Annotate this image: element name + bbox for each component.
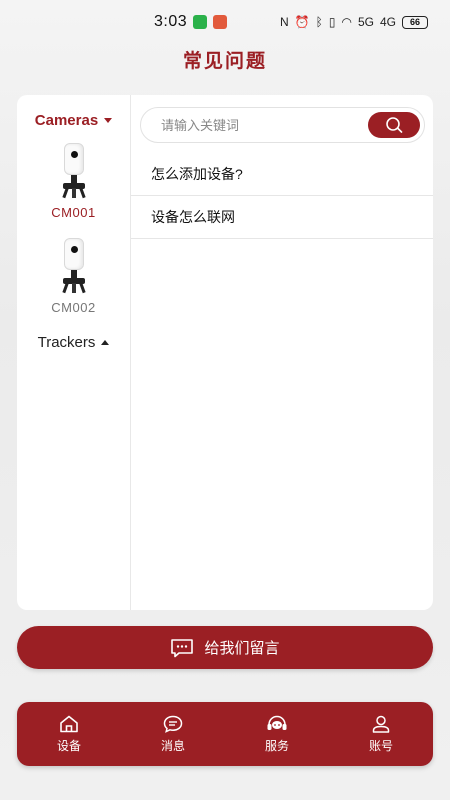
nav-item-service[interactable]: 服务: [225, 702, 329, 766]
vibrate-icon: ▯: [328, 15, 336, 29]
search-icon: [386, 117, 403, 133]
search-input[interactable]: [161, 117, 361, 133]
leave-message-button[interactable]: 给我们留言: [17, 626, 433, 669]
search-bar: [140, 107, 425, 143]
wifi-icon: ◠: [341, 15, 352, 29]
caret-down-icon: [104, 117, 113, 123]
nav-item-devices[interactable]: 设备: [17, 702, 121, 766]
faq-list: 怎么添加设备? 设备怎么联网: [131, 153, 433, 239]
category-cameras[interactable]: Cameras: [17, 109, 130, 131]
faq-card: Cameras CM001 CM002 Trackers 请输入关键词 怎么添加…: [17, 95, 433, 610]
status-icons: N ⏰ ᛒ ▯ ◠ 5G 4G 66: [280, 15, 428, 29]
headset-icon: [267, 715, 287, 730]
bluetooth-icon: ᛒ: [315, 15, 323, 29]
camera-icon: [54, 238, 94, 294]
message-icon: [170, 638, 194, 658]
chat-icon: [163, 715, 183, 733]
nav-item-messages[interactable]: 消息: [121, 702, 225, 766]
device-label: CM002: [51, 300, 96, 315]
nfc-icon: N: [280, 15, 289, 29]
alarm-icon: ⏰: [294, 15, 310, 29]
device-cm002[interactable]: CM002: [17, 238, 130, 315]
faq-content: 怎么添加设备? 设备怎么联网: [131, 95, 433, 610]
signal-5g-icon: 5G: [357, 15, 374, 29]
category-trackers[interactable]: Trackers: [17, 331, 130, 353]
nav-item-account[interactable]: 账号: [329, 702, 433, 766]
wechat-notification-icon: [193, 15, 208, 29]
signal-4g-icon: 4G: [379, 15, 396, 29]
faq-item[interactable]: 怎么添加设备?: [131, 153, 433, 196]
status-time: 3:03: [154, 13, 188, 30]
category-trackers-label: Trackers: [37, 333, 96, 351]
device-label: CM001: [51, 205, 96, 220]
faq-item[interactable]: 设备怎么联网: [131, 196, 433, 239]
app-notification-icon: [213, 15, 228, 29]
page-title: 常见问题: [182, 51, 267, 72]
category-cameras-label: Cameras: [34, 111, 99, 129]
status-bar: 3:03 N ⏰ ᛒ ▯ ◠ 5G 4G 66: [0, 0, 450, 44]
nav-label: 消息: [160, 738, 185, 753]
leave-message-label: 给我们留言: [204, 640, 280, 657]
home-icon: [60, 715, 78, 732]
battery-indicator: 66: [402, 15, 428, 29]
nav-label: 账号: [368, 738, 393, 753]
device-cm001[interactable]: CM001: [17, 143, 130, 220]
camera-icon: [54, 143, 94, 199]
nav-label: 设备: [56, 738, 81, 753]
user-icon: [372, 715, 390, 733]
search-button[interactable]: [368, 112, 420, 138]
caret-up-icon: [101, 339, 110, 345]
nav-label: 服务: [264, 738, 289, 753]
bottom-nav: 设备 消息 服务 账号: [17, 702, 433, 766]
category-sidebar: Cameras CM001 CM002 Trackers: [17, 95, 131, 610]
